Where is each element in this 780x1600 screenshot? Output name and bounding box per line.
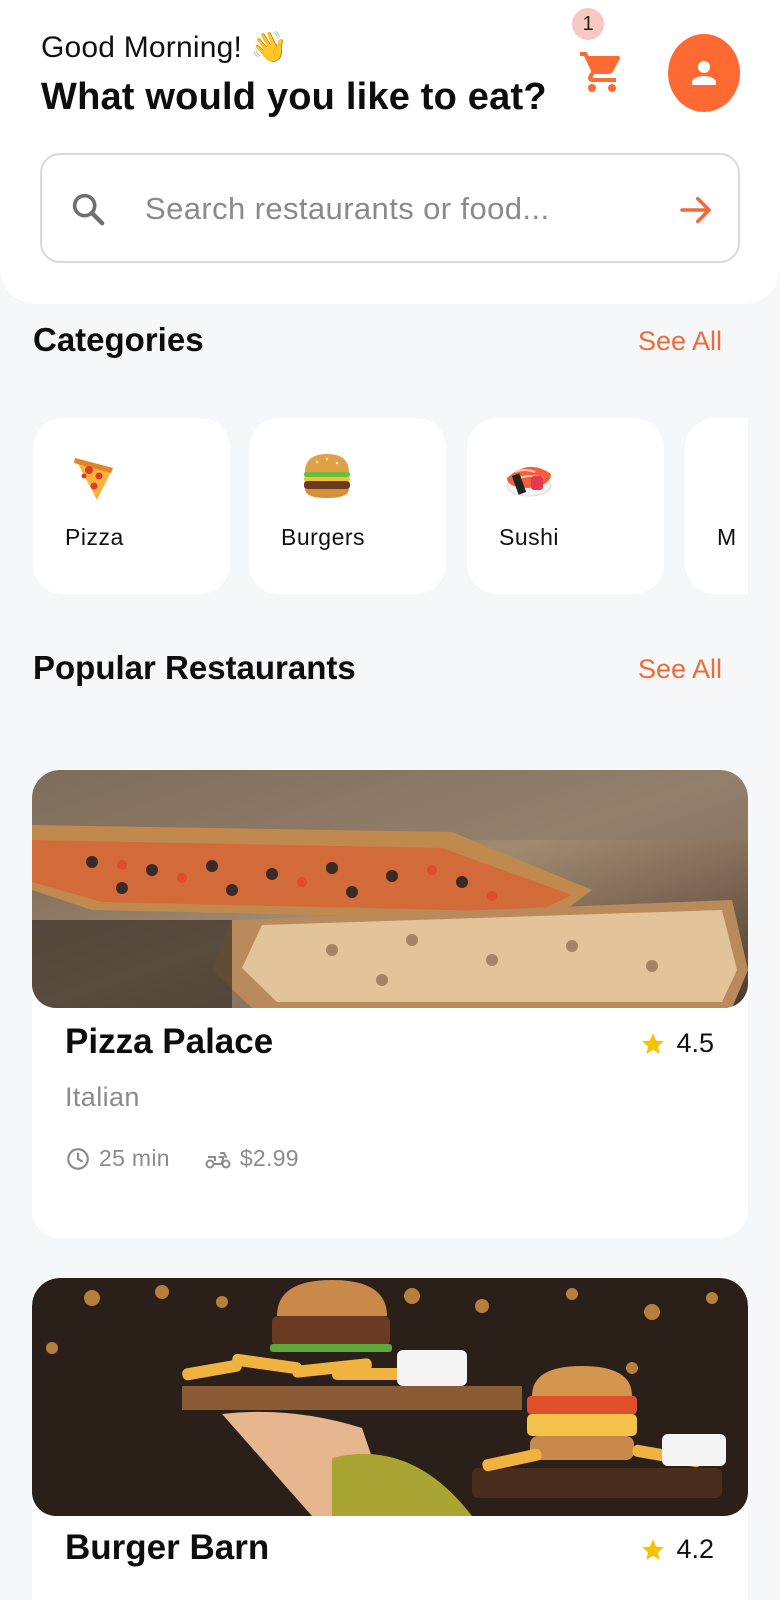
categories-list: Pizza Burgers Sushi M [33,418,748,594]
restaurant-cuisine: Italian [65,1082,140,1112]
restaurant-image [32,1278,748,1516]
search-input[interactable]: Search restaurants or food... [145,191,549,227]
star-icon [642,1032,665,1054]
sushi-icon [501,448,557,504]
arrow-right-icon[interactable] [675,189,717,231]
rating: 4.2 [640,1534,714,1565]
cart-icon[interactable] [578,48,626,96]
category-card-pizza[interactable]: Pizza [33,418,230,594]
restaurant-name: Burger Barn [65,1528,270,1567]
profile-avatar-button[interactable] [668,34,740,112]
search-bar[interactable]: Search restaurants or food... [40,153,740,263]
scooter-icon [205,1151,231,1168]
rating: 4.5 [640,1028,714,1059]
star-icon [642,1538,665,1560]
greeting-text: Good Morning! 👋 [41,31,289,64]
header-panel: Good Morning! 👋 What would you like to e… [0,0,780,304]
restaurant-card[interactable]: Burger Barn 4.2 [32,1278,748,1600]
burger-icon [299,448,355,504]
delivery-time: 25 min [99,1145,170,1171]
restaurant-meta: 25 min $2.99 [65,1145,333,1172]
user-icon [692,61,716,85]
delivery-fee: $2.99 [239,1145,299,1171]
category-card-partial[interactable]: M [685,418,748,594]
restaurants-see-all-link[interactable]: See All [638,654,722,685]
rating-value: 4.5 [676,1028,714,1058]
rating-value: 4.2 [676,1534,714,1564]
categories-see-all-link[interactable]: See All [638,326,722,357]
clock-icon [67,1147,89,1170]
category-card-burgers[interactable]: Burgers [249,418,446,594]
restaurant-image [32,770,748,1008]
page-headline: What would you like to eat? [41,76,547,118]
category-card-sushi[interactable]: Sushi [467,418,664,594]
restaurants-title: Popular Restaurants [33,649,356,686]
category-label: Sushi [499,524,560,550]
restaurant-card[interactable]: Pizza Palace 4.5 Italian 25 min $2.99 [32,770,748,1238]
pizza-icon [67,448,123,504]
category-label: Pizza [65,524,124,550]
search-icon [68,189,108,229]
cart-badge: 1 [572,8,604,40]
category-label: M [717,524,737,550]
category-label: Burgers [281,524,366,550]
restaurant-name: Pizza Palace [65,1022,274,1061]
categories-title: Categories [33,321,204,358]
